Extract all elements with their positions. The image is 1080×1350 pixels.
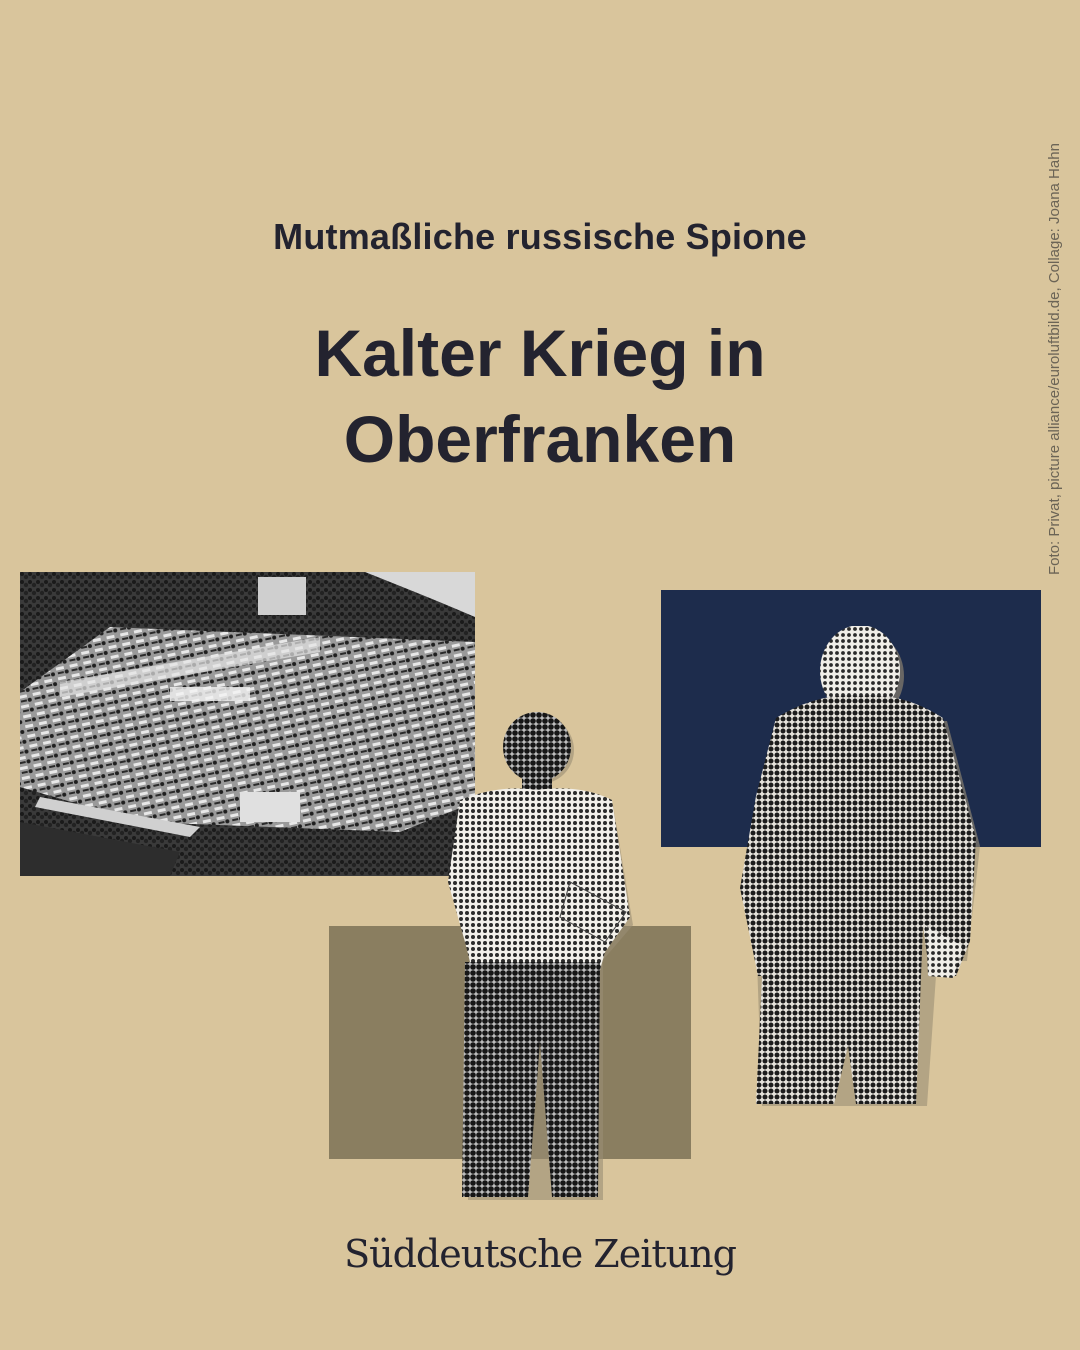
page: Mutmaßliche russische Spione Kalter Krie… — [0, 0, 1080, 1350]
aerial-photo-icon — [20, 572, 475, 876]
photo-credit: Foto: Privat, picture alliance/euroluftb… — [1046, 143, 1063, 575]
headline: Kalter Krieg in Oberfranken — [0, 310, 1080, 482]
halftone-man-standing-icon — [440, 712, 635, 1207]
headline-line-1: Kalter Krieg in — [314, 316, 766, 390]
headline-line-2: Oberfranken — [343, 402, 737, 476]
masthead-logo: Süddeutsche Zeitung — [344, 1232, 737, 1276]
kicker: Mutmaßliche russische Spione — [273, 216, 807, 257]
halftone-man-jacket-icon — [738, 626, 980, 1110]
